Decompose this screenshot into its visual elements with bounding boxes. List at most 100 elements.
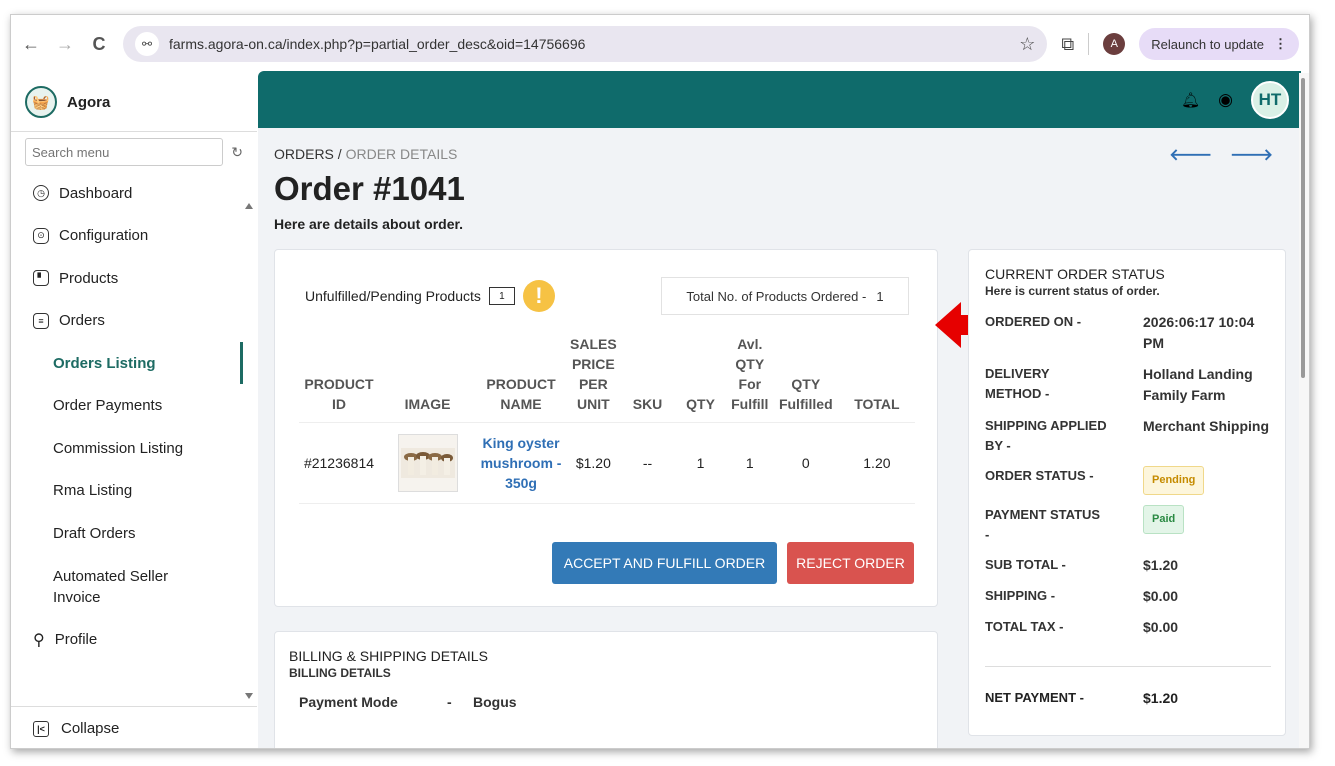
cell-qty-fulfilled: 0	[772, 422, 839, 504]
main-content: ORDERS / ORDER DETAILS 🡐 🡒 Order #1041 H…	[258, 128, 1301, 748]
cell-product-name[interactable]: King oyster mushroom - 350g	[476, 422, 567, 504]
sidebar-item-label: Commission Listing	[53, 439, 184, 457]
status-divider	[985, 666, 1271, 667]
bookmark-star-icon[interactable]: ☆	[1019, 34, 1035, 55]
total-products-value: 1	[876, 288, 884, 304]
forward-icon[interactable]: →	[55, 34, 75, 55]
sidebar-item-orders[interactable]: ≡ Orders	[11, 300, 257, 343]
unfulfilled-count: 1	[488, 287, 515, 305]
shipping-label: SHIPPING -	[985, 588, 1056, 603]
site-info-icon[interactable]: ⚯	[135, 32, 159, 56]
delivery-method-value: Holland Landing Family Farm	[1143, 366, 1253, 403]
kebab-menu-icon: ⋮	[1274, 36, 1287, 51]
page-subtitle: Here are details about order.	[274, 216, 464, 232]
sidebar-item-label: Rma Listing	[53, 482, 133, 500]
status-rows: ORDERED ON - 2026:06:17 10:04 PM DELIVER…	[985, 312, 1275, 648]
relaunch-button[interactable]: Relaunch to update ⋮	[1139, 28, 1299, 60]
sidebar-item-commission-listing[interactable]: Commission Listing	[11, 427, 257, 470]
browser-toolbar: ← → C ⚯ farms.agora-on.ca/index.php?p=pa…	[11, 15, 1309, 73]
cell-price: $1.20	[566, 422, 621, 504]
brand[interactable]: 🧺 Agora	[11, 73, 257, 131]
accept-fulfill-order-button[interactable]: ACCEPT AND FULFILL ORDER	[552, 542, 777, 584]
profile-icon: ⚲	[33, 631, 45, 649]
sub-total-label: SUB TOTAL -	[985, 557, 1066, 572]
collapse-button[interactable]: |< Collapse	[11, 706, 257, 748]
page-scrollbar[interactable]	[1299, 73, 1309, 748]
delivery-method-label: DELIVERY METHOD -	[985, 366, 1050, 401]
reject-order-button[interactable]: REJECT ORDER	[787, 542, 914, 584]
sidebar-item-profile[interactable]: ⚲ Profile	[11, 619, 257, 662]
search-menu-input[interactable]	[25, 138, 224, 166]
col-product-name: PRODUCT NAME	[486, 376, 556, 412]
ordered-on-label: ORDERED ON -	[985, 314, 1082, 329]
shipping-applied-label: SHIPPING APPLIED BY -	[985, 418, 1107, 453]
breadcrumb-orders[interactable]: ORDERS	[274, 146, 334, 162]
status-row-ordered-on: ORDERED ON - 2026:06:17 10:04 PM	[985, 312, 1275, 354]
breadcrumb: ORDERS / ORDER DETAILS	[274, 146, 457, 162]
sidebar-scroll-up-icon[interactable]	[245, 203, 253, 209]
total-products-label: Total No. of Products Ordered -	[686, 288, 867, 304]
eye-icon[interactable]: ◉	[1218, 90, 1233, 110]
sidebar-item-automated-seller-invoice[interactable]: Automated Seller Invoice	[11, 555, 257, 619]
sidebar-item-rma-listing[interactable]: Rma Listing	[11, 470, 257, 513]
scrollbar-thumb[interactable]	[1301, 78, 1305, 378]
table-row: #21236814 King oyster mushroom - 350g $1…	[299, 422, 915, 504]
sidebar-item-draft-orders[interactable]: Draft Orders	[11, 512, 257, 555]
sidebar-item-label: Orders	[59, 312, 105, 330]
reload-icon[interactable]: C	[89, 34, 109, 55]
payment-status-label: PAYMENT STATUS -	[985, 507, 1101, 542]
status-row-order-status: ORDER STATUS - Pending	[985, 466, 1275, 495]
cell-image	[379, 422, 477, 504]
shipping-applied-value: Merchant Shipping	[1143, 418, 1269, 434]
product-thumbnail[interactable]	[397, 434, 458, 492]
next-order-arrow-icon[interactable]: 🡒	[1230, 144, 1273, 165]
sidebar-item-order-payments[interactable]: Order Payments	[11, 385, 257, 428]
payment-mode-row: Payment Mode - Bogus	[299, 694, 517, 710]
sidebar-item-label: Products	[59, 269, 119, 287]
col-qty: QTY	[686, 396, 715, 412]
user-avatar[interactable]: HT	[1251, 80, 1289, 119]
breadcrumb-current: ORDER DETAILS	[345, 146, 458, 162]
cell-sku: --	[620, 422, 675, 504]
sidebar-item-label: Profile	[54, 631, 98, 649]
status-row-delivery: DELIVERY METHOD - Holland Landing Family…	[985, 364, 1275, 406]
total-products-box: Total No. of Products Ordered - 1	[661, 277, 909, 315]
status-row-shipping-applied: SHIPPING APPLIED BY - Merchant Shipping	[985, 416, 1275, 456]
products-table: PRODUCT ID IMAGE PRODUCT NAME SALES PRIC…	[299, 334, 915, 504]
status-badge-paid: Paid	[1143, 505, 1185, 534]
extensions-icon[interactable]: ⧉	[1061, 34, 1074, 55]
prev-order-arrow-icon[interactable]: 🡐	[1169, 144, 1212, 165]
ordered-on-value: 2026:06:17 10:04 PM	[1143, 314, 1255, 351]
sidebar-scroll-down-icon[interactable]	[245, 693, 253, 699]
status-row-total-tax: TOTAL TAX - $0.00	[985, 617, 1275, 638]
col-qty-fulfilled: QTY Fulfilled	[778, 376, 833, 412]
sidebar-item-label: Automated Seller Invoice	[53, 567, 169, 606]
back-icon[interactable]: ←	[21, 34, 41, 55]
products-icon: ▘	[33, 270, 49, 287]
profile-avatar[interactable]: A	[1103, 33, 1126, 55]
cell-qty: 1	[674, 422, 727, 504]
collapse-icon: |<	[33, 720, 49, 737]
sidebar-item-configuration[interactable]: ⊙ Configuration	[11, 215, 257, 258]
sidebar-item-products[interactable]: ▘ Products	[11, 257, 257, 300]
total-tax-value: $0.00	[1143, 619, 1179, 635]
toolbar-divider	[1088, 33, 1090, 55]
col-sku: SKU	[632, 396, 663, 412]
breadcrumb-separator: /	[333, 146, 346, 162]
bell-icon[interactable]: 🔔︎	[1181, 91, 1200, 109]
sidebar-item-orders-listing[interactable]: Orders Listing	[11, 342, 257, 385]
mushroom-image-icon	[400, 448, 455, 478]
status-row-net-payment: NET PAYMENT - $1.20	[985, 690, 1178, 706]
order-status-label: ORDER STATUS -	[985, 468, 1094, 483]
url-text[interactable]: farms.agora-on.ca/index.php?p=partial_or…	[169, 36, 1009, 52]
address-bar[interactable]: ⚯ farms.agora-on.ca/index.php?p=partial_…	[123, 26, 1048, 62]
net-payment-label: NET PAYMENT -	[985, 690, 1084, 705]
unfulfilled-label: Unfulfilled/Pending Products	[305, 288, 481, 304]
sidebar-search: ↻	[11, 132, 257, 172]
refresh-icon[interactable]: ↻	[231, 144, 243, 161]
agora-logo-icon: 🧺	[25, 86, 57, 118]
sidebar-item-dashboard[interactable]: ◷ Dashboard	[11, 172, 257, 215]
cell-product-id: #21236814	[299, 422, 379, 504]
col-total: TOTAL	[854, 396, 900, 412]
col-image: IMAGE	[404, 396, 451, 412]
